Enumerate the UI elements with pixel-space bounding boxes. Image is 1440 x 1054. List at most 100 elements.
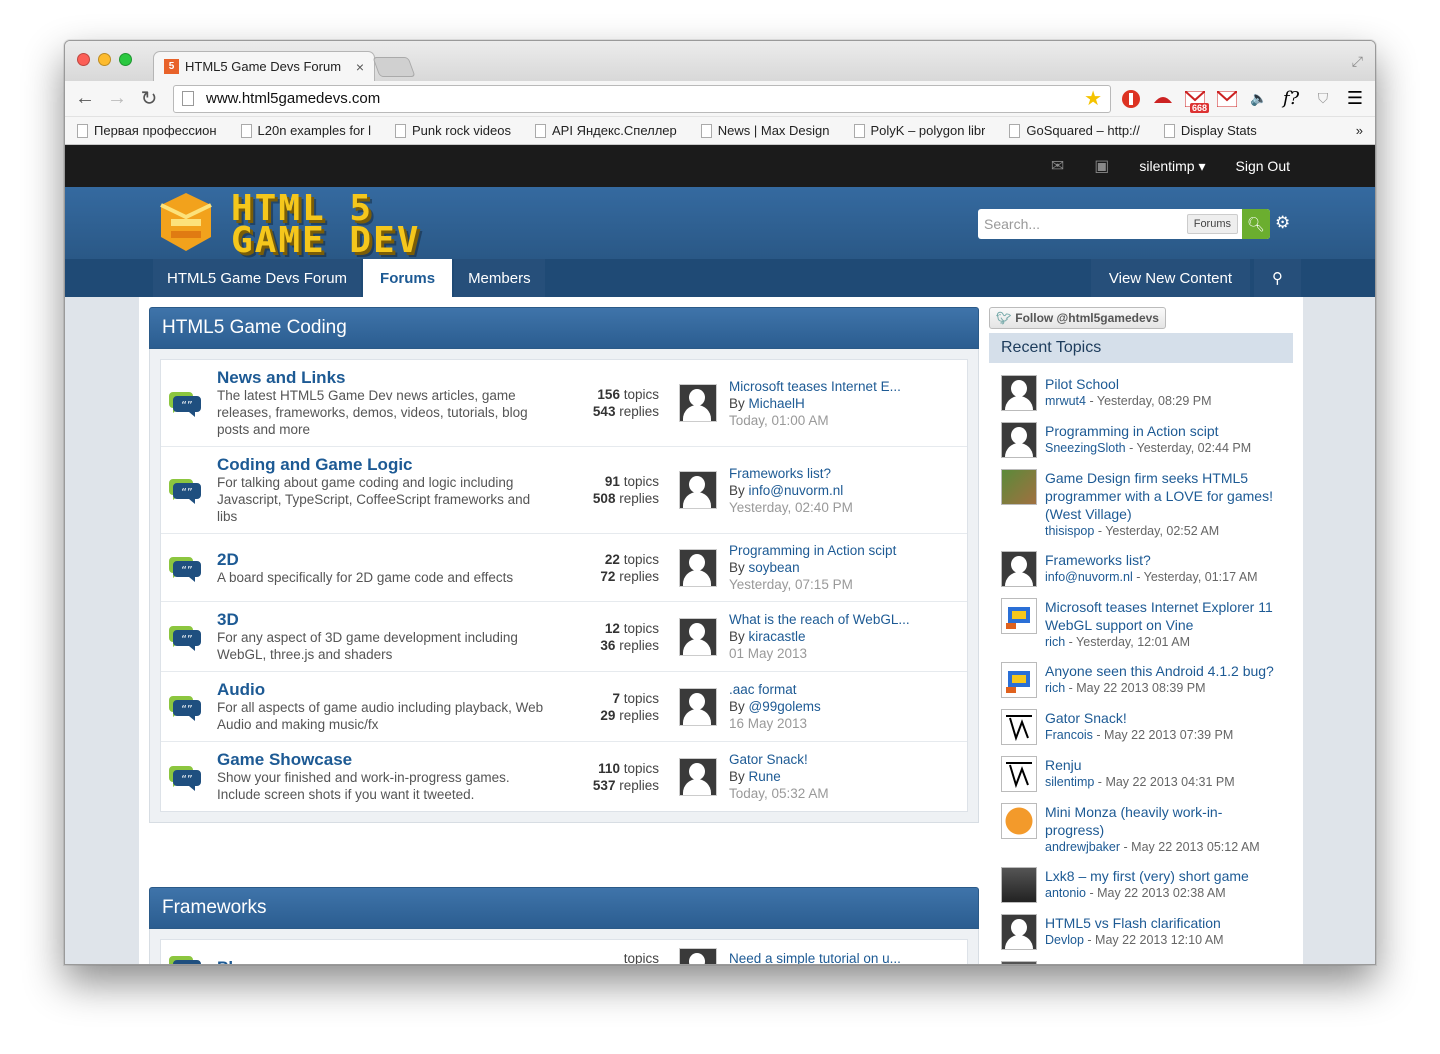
forward-icon[interactable]: → [105,87,129,110]
last-post-title[interactable]: Frameworks list? [729,465,853,482]
bookmarks-overflow-icon[interactable]: » [1356,123,1363,138]
topic-title[interactable]: Frameworks list? [1045,551,1258,569]
menu-icon[interactable]: ☰ [1343,87,1367,111]
topic-user[interactable]: info@nuvorm.nl [1045,570,1133,584]
topic-title[interactable]: Programming in Action scipt [1045,422,1251,440]
search-icon[interactable]: 🔍︎ [1242,209,1270,239]
last-post-title[interactable]: What is the reach of WebGL... [729,611,910,628]
bookmark-item[interactable]: Display Stats [1163,123,1257,138]
topic-avatar[interactable] [1001,469,1037,505]
reader-extension-icon[interactable] [1151,87,1175,111]
user-menu[interactable]: silentimp ▾ [1139,158,1205,175]
notifications-icon[interactable]: ▣ [1094,156,1109,176]
topic-title[interactable]: Game Design firm seeks HTML5 programmer … [1045,469,1281,523]
last-poster-avatar[interactable] [679,687,717,726]
topic-user[interactable]: SneezingSloth [1045,441,1126,455]
gmail-checker-icon[interactable]: 668 [1183,87,1209,113]
messages-icon[interactable]: ✉ [1051,156,1064,176]
topic-avatar[interactable] [1001,375,1037,411]
topic-title[interactable]: Gator Snack! [1045,709,1233,727]
last-post-title[interactable]: Gator Snack! [729,751,829,768]
forum-title[interactable]: 2D [217,550,549,569]
bookmark-item[interactable]: API Яндекс.Спеллер [535,123,677,138]
topic-user[interactable]: Devlop [1045,933,1084,947]
topic-user[interactable]: silentimp [1045,775,1094,789]
topic-title[interactable]: Renju [1045,756,1235,774]
bookmark-item[interactable]: GoSquared – http:// [1009,123,1140,138]
last-post-user[interactable]: @99golems [749,699,821,714]
shield-icon[interactable]: ⛉ [1311,87,1335,111]
forum-title[interactable]: Audio [217,680,549,699]
category-header[interactable]: HTML5 Game Coding [149,307,979,349]
topic-user[interactable]: rich [1045,681,1065,695]
close-window-button[interactable] [77,53,90,66]
topic-avatar[interactable] [1001,756,1037,792]
topic-avatar[interactable] [1001,867,1037,903]
last-poster-avatar[interactable] [679,548,717,587]
last-post-title[interactable]: Microsoft teases Internet E... [729,378,901,395]
topic-title[interactable]: HTML5 vs Flash clarification [1045,914,1224,932]
nav-members[interactable]: Members [454,259,545,297]
last-post-user[interactable]: kiracastle [749,629,806,644]
bookmark-item[interactable]: PolyK – polygon libr [853,123,985,138]
search-settings-gear-icon[interactable]: ⚙ [1275,213,1290,233]
topic-user[interactable]: mrwut4 [1045,394,1086,408]
topic-avatar[interactable] [1001,662,1037,698]
browser-tab[interactable]: 5 HTML5 Game Devs Forum × [153,51,375,81]
site-logo[interactable]: HTML 5 GAME DEV [231,191,420,259]
last-poster-avatar[interactable] [679,471,717,509]
topic-title[interactable]: Mini Monza (heavily work-in-progress) [1045,803,1281,839]
last-post-user[interactable]: soybean [749,560,800,575]
topic-title[interactable]: Pilot School [1045,375,1212,393]
twitter-follow-button[interactable]: 🐦︎ Follow @html5gamedevs [989,307,1166,329]
minimize-window-button[interactable] [98,53,111,66]
bookmark-item[interactable]: Punk rock videos [395,123,511,138]
bookmark-item[interactable]: L20n examples for l [240,123,371,138]
view-new-content-link[interactable]: View New Content [1090,259,1250,297]
topic-user[interactable]: Francois [1045,728,1093,742]
search-scope[interactable]: Forums [1186,214,1238,234]
adblock-extension-icon[interactable] [1119,87,1143,111]
forum-title[interactable]: Game Showcase [217,750,549,769]
topic-user[interactable]: thisispop [1045,524,1094,538]
topic-title[interactable]: Microsoft teases Internet Explorer 11 We… [1045,598,1281,634]
last-post-user[interactable]: info@nuvorm.nl [749,483,844,498]
last-poster-avatar[interactable] [679,384,717,422]
last-poster-avatar[interactable] [679,948,717,964]
last-post-title[interactable]: .aac format [729,681,821,698]
zoom-window-button[interactable] [119,53,132,66]
back-icon[interactable]: ← [73,87,97,110]
new-tab-button[interactable] [372,57,416,77]
topic-user[interactable]: andrewjbaker [1045,840,1120,854]
forum-title[interactable]: News and Links [217,368,549,387]
last-post-title[interactable]: Need a simple tutorial on u... [729,950,901,964]
search-box[interactable]: Search... Forums 🔍︎ [978,209,1270,239]
topic-avatar[interactable] [1001,961,1037,964]
topic-avatar[interactable] [1001,422,1037,458]
topic-user[interactable]: antonio [1045,886,1086,900]
address-bar[interactable]: www.html5gamedevs.com ★ [173,84,1111,113]
category-header[interactable]: Frameworks [149,887,979,929]
last-post-user[interactable]: MichaelH [749,396,805,411]
last-post-title[interactable]: Programming in Action scipt [729,542,896,559]
last-post-user[interactable]: Rune [749,769,781,784]
forum-title[interactable]: Phaser [217,958,549,965]
volume-icon[interactable]: 🔈 [1247,87,1271,111]
close-tab-icon[interactable]: × [356,59,364,75]
fullscreen-icon[interactable]: ⤢ [1352,53,1363,70]
bookmark-star-icon[interactable]: ★ [1084,86,1102,111]
topic-title[interactable]: How to scale text? [1045,961,1211,964]
topic-avatar[interactable] [1001,598,1037,634]
last-poster-avatar[interactable] [679,757,717,796]
logo-mark-icon[interactable] [157,191,215,255]
forum-title[interactable]: Coding and Game Logic [217,455,549,474]
location-pin-icon[interactable]: ⚲ [1254,259,1301,297]
topic-avatar[interactable] [1001,551,1037,587]
search-input[interactable]: Search... [984,216,1187,232]
nav-forums[interactable]: Forums [363,259,453,297]
topic-avatar[interactable] [1001,803,1037,839]
last-poster-avatar[interactable] [679,617,717,656]
reload-icon[interactable]: ↻ [137,86,161,111]
forum-title[interactable]: 3D [217,610,549,629]
nav-home[interactable]: HTML5 Game Devs Forum [153,259,362,297]
